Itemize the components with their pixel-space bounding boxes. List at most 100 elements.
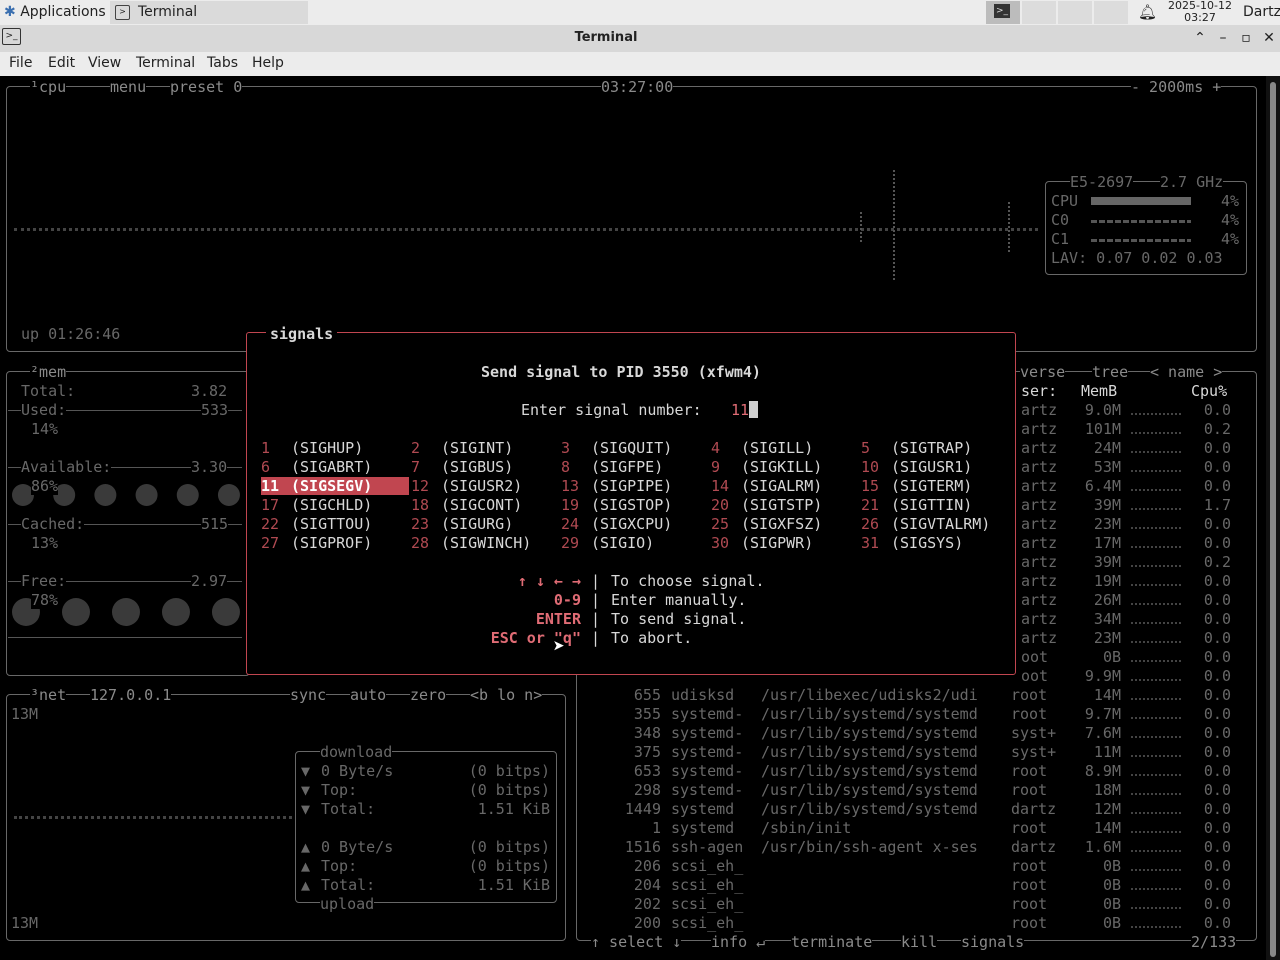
proc-row-mem[interactable]: 11M — [1061, 743, 1121, 761]
proc-kill-button[interactable]: kill — [901, 933, 938, 951]
signal-option[interactable]: 4 (SIGILL) — [711, 439, 813, 457]
user-menu[interactable]: Dartz — [1243, 0, 1280, 25]
cpu-menu-button[interactable]: menu — [110, 78, 147, 96]
proc-row-mem[interactable]: 14M — [1061, 819, 1121, 837]
proc-row-user[interactable]: root — [1011, 819, 1047, 837]
signal-option[interactable]: 7 (SIGBUS) — [411, 458, 513, 476]
net-zero-toggle[interactable]: zero — [410, 686, 447, 704]
proc-row-mem[interactable]: 0B — [1061, 914, 1121, 932]
proc-row-cpu[interactable]: 0.0 — [1191, 648, 1231, 666]
proc-row-command[interactable]: /usr/lib/systemd/systemd — [761, 705, 978, 723]
proc-row-user[interactable]: root — [1011, 914, 1047, 932]
proc-row-pid[interactable]: 348 — [601, 724, 661, 742]
proc-row-cpu[interactable]: 0.0 — [1191, 401, 1231, 419]
signal-option[interactable]: 6 (SIGABRT) — [261, 458, 372, 476]
proc-row-cpu[interactable]: 0.0 — [1191, 534, 1231, 552]
signal-option[interactable]: 5 (SIGTRAP) — [861, 439, 972, 457]
proc-row-user[interactable]: artz — [1021, 610, 1057, 628]
proc-row-cpu[interactable]: 0.0 — [1191, 895, 1231, 913]
proc-row-mem[interactable]: 34M — [1061, 610, 1121, 628]
proc-row-command[interactable]: /usr/lib/systemd/systemd — [761, 781, 978, 799]
signal-option[interactable]: 31 (SIGSYS) — [861, 534, 963, 552]
signal-option[interactable]: 15 (SIGTERM) — [861, 477, 972, 495]
proc-row-name[interactable]: systemd- — [671, 705, 743, 723]
proc-row-cpu[interactable]: 0.0 — [1191, 667, 1231, 685]
proc-row-pid[interactable]: 1516 — [601, 838, 661, 856]
proc-reverse-toggle[interactable]: verse — [1020, 363, 1066, 381]
proc-row-mem[interactable]: 0B — [1061, 895, 1121, 913]
signal-option[interactable]: 20 (SIGTSTP) — [711, 496, 822, 514]
proc-row-user[interactable]: artz — [1021, 553, 1057, 571]
proc-row-mem[interactable]: 0B — [1061, 857, 1121, 875]
signal-option[interactable]: 1 (SIGHUP) — [261, 439, 363, 457]
signal-option[interactable]: 13 (SIGPIPE) — [561, 477, 672, 495]
proc-row-command[interactable]: /usr/lib/systemd/systemd — [761, 762, 978, 780]
proc-row-user[interactable]: syst+ — [1011, 743, 1056, 761]
net-interface-selector[interactable]: <b lo n> — [470, 686, 543, 704]
proc-info-button[interactable]: info ↵ — [711, 933, 766, 951]
proc-row-user[interactable]: root — [1011, 781, 1047, 799]
proc-row-user[interactable]: root — [1011, 705, 1047, 723]
proc-row-user[interactable]: root — [1011, 686, 1047, 704]
proc-row-user[interactable]: artz — [1021, 458, 1057, 476]
proc-row-pid[interactable]: 206 — [601, 857, 661, 875]
proc-row-command[interactable]: /sbin/init — [761, 819, 851, 837]
signal-option[interactable]: 17 (SIGCHLD) — [261, 496, 372, 514]
proc-row-name[interactable]: systemd- — [671, 762, 743, 780]
proc-row-mem[interactable]: 101M — [1061, 420, 1121, 438]
proc-row-cpu[interactable]: 0.0 — [1191, 591, 1231, 609]
proc-row-mem[interactable]: 24M — [1061, 439, 1121, 457]
proc-col-cpu[interactable]: Cpu% — [1191, 382, 1227, 400]
proc-row-pid[interactable]: 204 — [601, 876, 661, 894]
cpu-preset-button[interactable]: preset 0 — [170, 78, 243, 96]
window-titlebar[interactable]: >_ Terminal ⌃ – ▫ ✕ — [0, 25, 1280, 52]
proc-row-name[interactable]: systemd — [671, 800, 734, 818]
proc-row-command[interactable]: /usr/libexec/udisks2/udi — [761, 686, 978, 704]
signal-option[interactable]: 25 (SIGXFSZ) — [711, 515, 822, 533]
proc-row-user[interactable]: artz — [1021, 477, 1057, 495]
proc-terminate-button[interactable]: terminate — [791, 933, 873, 951]
net-sync-toggle[interactable]: sync — [290, 686, 327, 704]
proc-row-name[interactable]: scsi_eh_ — [671, 914, 743, 932]
proc-row-cpu[interactable]: 0.0 — [1191, 439, 1231, 457]
menu-view[interactable]: View — [88, 55, 121, 71]
window-minimize-button[interactable]: – — [1213, 28, 1233, 48]
proc-row-cpu[interactable]: 0.0 — [1191, 857, 1231, 875]
proc-row-user[interactable]: dartz — [1011, 800, 1056, 818]
proc-row-cpu[interactable]: 0.0 — [1191, 819, 1231, 837]
taskbar-item-terminal[interactable]: > Terminal — [110, 1, 308, 24]
proc-row-cpu[interactable]: 0.0 — [1191, 914, 1231, 932]
proc-row-pid[interactable]: 1449 — [601, 800, 661, 818]
proc-row-user[interactable]: artz — [1021, 591, 1057, 609]
terminal-scrollbar[interactable] — [1266, 76, 1280, 960]
proc-row-mem[interactable]: 9.0M — [1061, 401, 1121, 419]
proc-row-name[interactable]: scsi_eh_ — [671, 876, 743, 894]
proc-row-cpu[interactable]: 0.0 — [1191, 800, 1231, 818]
window-shade-button[interactable]: ⌃ — [1190, 28, 1210, 48]
proc-row-cpu[interactable]: 0.0 — [1191, 610, 1231, 628]
proc-row-mem[interactable]: 0B — [1061, 876, 1121, 894]
proc-row-name[interactable]: systemd- — [671, 743, 743, 761]
signal-option[interactable]: 8 (SIGFPE) — [561, 458, 663, 476]
proc-row-command[interactable]: /usr/lib/systemd/systemd — [761, 800, 978, 818]
signal-option[interactable]: 26 (SIGVTALRM) — [861, 515, 990, 533]
scrollbar-thumb[interactable] — [1270, 82, 1276, 957]
proc-row-mem[interactable]: 53M — [1061, 458, 1121, 476]
net-tab[interactable]: ³net — [30, 686, 67, 704]
workspace-2[interactable] — [1022, 1, 1056, 24]
signal-number-input[interactable]: 11 — [731, 401, 759, 419]
proc-row-cpu[interactable]: 0.0 — [1191, 477, 1231, 495]
proc-row-cpu[interactable]: 0.0 — [1191, 572, 1231, 590]
signal-option[interactable]: 22 (SIGTTOU) — [261, 515, 372, 533]
proc-row-cpu[interactable]: 1.7 — [1191, 496, 1231, 514]
menu-help[interactable]: Help — [252, 55, 284, 71]
proc-row-name[interactable]: scsi_eh_ — [671, 895, 743, 913]
workspace-4[interactable] — [1094, 1, 1128, 24]
proc-row-mem[interactable]: 23M — [1061, 629, 1121, 647]
proc-row-command[interactable]: /usr/lib/systemd/systemd — [761, 743, 978, 761]
proc-row-pid[interactable]: 375 — [601, 743, 661, 761]
signal-option[interactable]: 24 (SIGXCPU) — [561, 515, 672, 533]
proc-row-mem[interactable]: 6.4M — [1061, 477, 1121, 495]
menu-file[interactable]: File — [9, 55, 32, 71]
proc-row-cpu[interactable]: 0.0 — [1191, 781, 1231, 799]
